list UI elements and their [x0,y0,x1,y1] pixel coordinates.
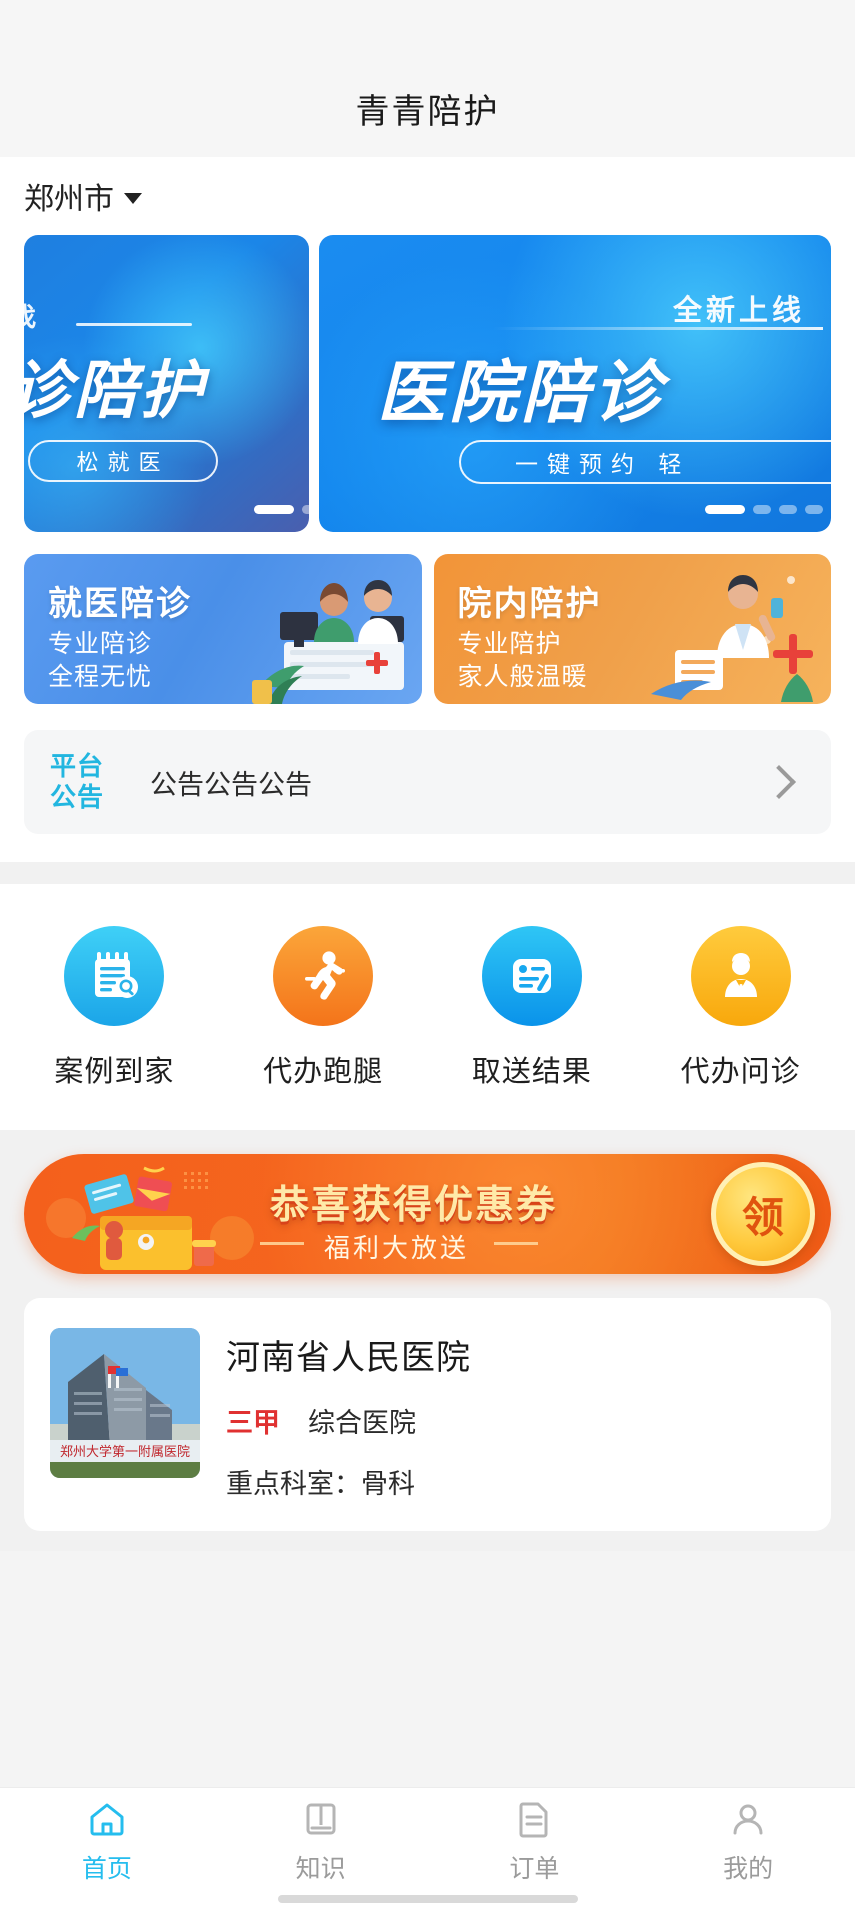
chevron-down-icon [124,192,142,204]
svg-text:郑州大学第一附属医院: 郑州大学第一附属医院 [60,1444,190,1459]
slide-rule [76,323,192,326]
coupon-subtitle: 福利大放送 [324,1233,470,1263]
carousel-dot[interactable] [779,505,797,514]
announcement-bar[interactable]: 平台 公告 公告公告公告 [24,730,831,834]
quick-action-label: 代办跑腿 [263,1056,384,1088]
notepad-search-icon [64,926,165,1026]
quick-action-errand[interactable]: 代办跑腿 [219,926,428,1090]
quick-action-consultation[interactable]: 代办问诊 [636,926,845,1090]
carousel-slide-hospital-escort[interactable]: 全新上线 医院陪诊 一键预约 轻 [319,235,831,532]
service-card-sub-line1: 专业陪护 [457,630,562,658]
document-pen-icon [481,926,582,1026]
quick-action-label: 代办问诊 [680,1056,801,1088]
service-card-outpatient-escort[interactable]: 就医陪诊 专业陪诊 全程无忧 [24,554,422,704]
hospital-info: 河南省人民医院 三甲 综合医院 重点科室：骨科 [226,1328,471,1501]
order-document-icon [519,1802,548,1837]
carousel-dots-b[interactable] [705,505,823,514]
coupon-illustration [46,1166,254,1270]
page-title: 青青陪护 [355,93,500,131]
service-card-subtitle: 专业陪护 家人般温暖 [458,628,588,694]
carousel-dot[interactable] [302,505,309,514]
doctor-illustration [651,575,813,702]
city-selector[interactable]: 郑州市 [24,157,831,235]
slide-kicker: 全新上线 [672,295,805,327]
service-card-sub-line2: 全程无忧 [48,663,153,691]
reception-desk-illustration [251,580,404,704]
tab-profile[interactable]: 我的 [641,1788,855,1911]
tab-label: 订单 [509,1854,560,1883]
announcement-text: 公告公告公告 [150,769,312,800]
service-card-title: 就医陪诊 [48,585,192,623]
slide-rule [493,327,823,330]
section-divider [0,862,855,884]
hospital-level-badge: 三甲 [226,1408,280,1438]
service-card-sub-line2: 家人般温暖 [457,663,588,691]
hospital-key-department: 重点科室：骨科 [226,1469,415,1499]
chevron-right-icon[interactable] [762,765,796,799]
user-icon [733,1804,763,1834]
coupon-banner[interactable]: 恭喜获得优惠券 福利大放送 领 [24,1154,831,1274]
carousel-dot[interactable] [805,505,823,514]
tab-label: 知识 [295,1854,346,1883]
bottom-tab-bar: 首页 知识 订单 我的 [0,1787,855,1911]
coupon-title: 恭喜获得优惠券 [270,1184,558,1227]
service-card-inpatient-care[interactable]: 院内陪护 专业陪护 家人般温暖 [433,554,831,704]
hospital-card[interactable]: 郑州大学第一附属医院 河南省人民医院 三甲 综合医院 重点科室：骨科 [24,1298,831,1531]
slide-pill: 松就医 [28,440,218,482]
app-header: 青青陪护 [0,60,855,157]
coupon-rule-left [260,1242,304,1245]
home-indicator [277,1895,578,1903]
service-card-subtitle: 专业陪诊 全程无忧 [48,628,152,694]
status-bar [0,0,855,60]
hospital-list: 郑州大学第一附属医院 河南省人民医院 三甲 综合医院 重点科室：骨科 [0,1298,855,1551]
quick-action-pickup-results[interactable]: 取送结果 [428,926,637,1090]
tab-label: 首页 [81,1854,132,1883]
quick-actions-grid: 案例到家 代办跑腿 取送结果 代办问诊 [0,884,855,1130]
quick-action-label: 取送结果 [471,1056,592,1088]
hospital-name: 河南省人民医院 [226,1339,471,1377]
coupon-claim-button[interactable]: 领 [711,1162,815,1266]
slide-title: 医院陪诊 [377,355,666,431]
coupon-rule-right [494,1242,538,1245]
slide-pill: 一键预约 轻 [459,440,831,484]
coupon-section: 恭喜获得优惠券 福利大放送 领 [0,1130,855,1298]
hospital-photo: 郑州大学第一附属医院 [50,1328,200,1478]
tab-label: 我的 [723,1854,774,1883]
tab-home[interactable]: 首页 [0,1788,214,1911]
city-label: 郑州市 [24,183,114,216]
service-card-title: 院内陪护 [457,585,602,623]
doctor-icon [690,926,791,1026]
slide-kicker: 找 [24,297,39,334]
banner-carousel[interactable]: 找 诊陪护 松就医 全新上线 医院陪诊 一键预约 轻 [24,235,831,532]
slide-title: 诊陪护 [24,356,206,426]
quick-action-label: 案例到家 [54,1056,175,1088]
service-card-sub-line1: 专业陪诊 [48,630,153,658]
tab-knowledge[interactable]: 知识 [214,1788,428,1911]
carousel-dots-a[interactable] [254,505,309,514]
carousel-dot[interactable] [753,505,771,514]
hospital-type: 综合医院 [308,1408,416,1438]
home-icon [90,1803,124,1835]
book-icon [306,1803,336,1834]
panel-bottom-spacer [24,834,831,862]
carousel-dot[interactable] [705,505,745,514]
running-person-icon [273,926,374,1026]
announcement-tag-line2: 公告 [50,782,105,812]
main-panel: 郑州市 找 诊陪护 松就医 全新上线 [0,157,855,862]
announcement-tag-line1: 平台 [50,751,105,782]
quick-action-case-home[interactable]: 案例到家 [10,926,219,1090]
carousel-slide-escort-outpatient[interactable]: 找 诊陪护 松就医 [24,235,309,532]
announcement-tag: 平台 公告 [50,751,120,812]
service-card-row: 就医陪诊 专业陪诊 全程无忧 院内陪护 专业陪护 家人般温暖 [24,554,831,704]
tab-orders[interactable]: 订单 [428,1788,642,1911]
carousel-dot[interactable] [254,505,294,514]
